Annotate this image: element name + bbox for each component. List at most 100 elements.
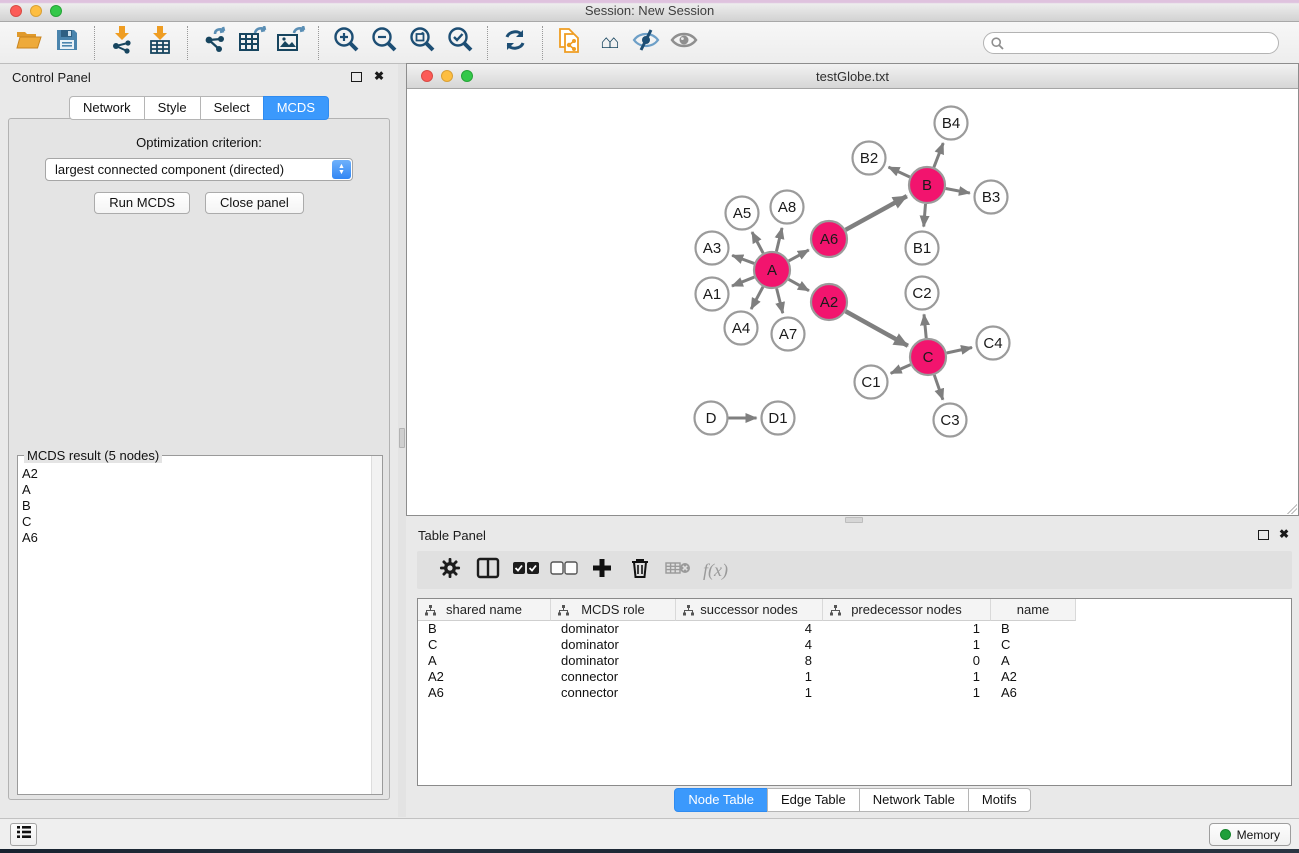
cell-successor-nodes[interactable]: 4	[676, 637, 823, 653]
column-view-button[interactable]	[469, 555, 507, 585]
edge-C-C2[interactable]	[924, 314, 926, 338]
show-details-button[interactable]	[665, 26, 703, 60]
column-header-name[interactable]: name	[991, 599, 1076, 621]
table-row[interactable]: A6connector11A6	[418, 685, 1291, 701]
edge-B-B4[interactable]	[934, 143, 943, 167]
cell-predecessor-nodes[interactable]: 1	[823, 621, 991, 637]
zoom-fit-button[interactable]	[403, 26, 441, 60]
save-session-button[interactable]	[48, 26, 86, 60]
column-header-successor-nodes[interactable]: successor nodes	[676, 599, 823, 621]
edge-C-C1[interactable]	[891, 365, 911, 374]
table-settings-button[interactable]	[431, 555, 469, 585]
cell-predecessor-nodes[interactable]: 1	[823, 637, 991, 653]
delete-table-button[interactable]	[659, 555, 697, 585]
export-image-button[interactable]	[272, 26, 310, 60]
horizontal-divider-grip[interactable]	[845, 517, 863, 523]
cell-MCDS-role[interactable]: dominator	[551, 621, 676, 637]
table-row[interactable]: A2connector11A2	[418, 669, 1291, 685]
cell-MCDS-role[interactable]: connector	[551, 669, 676, 685]
tab-style[interactable]: Style	[144, 96, 201, 120]
zoom-out-button[interactable]	[365, 26, 403, 60]
network-window-titlebar[interactable]: testGlobe.txt	[407, 64, 1298, 89]
edge-A2-C[interactable]	[846, 311, 908, 346]
export-network-button[interactable]	[196, 26, 234, 60]
edge-A-A1[interactable]	[732, 277, 754, 286]
cell-successor-nodes[interactable]: 1	[676, 685, 823, 701]
cell-shared-name[interactable]: A	[418, 653, 551, 669]
edge-A-A5[interactable]	[752, 232, 763, 253]
edge-A-A8[interactable]	[776, 228, 782, 252]
panel-divider[interactable]	[398, 64, 406, 817]
cell-successor-nodes[interactable]: 8	[676, 653, 823, 669]
edge-C-C4[interactable]	[947, 348, 972, 353]
column-header-MCDS-role[interactable]: MCDS role	[551, 599, 676, 621]
add-column-button[interactable]	[583, 555, 621, 585]
cell-shared-name[interactable]: A2	[418, 669, 551, 685]
import-table-button[interactable]	[141, 26, 179, 60]
result-item[interactable]: B	[22, 498, 38, 514]
result-item[interactable]: A6	[22, 530, 38, 546]
cell-name[interactable]: A	[991, 653, 1076, 669]
edge-B-B1[interactable]	[924, 204, 926, 227]
window-titlebar[interactable]: Session: New Session	[0, 0, 1299, 22]
edge-C-C3[interactable]	[934, 375, 943, 400]
cell-name[interactable]: C	[991, 637, 1076, 653]
delete-column-button[interactable]	[621, 555, 659, 585]
tab-motifs[interactable]: Motifs	[968, 788, 1031, 812]
edge-A-A6[interactable]	[789, 250, 809, 261]
edge-A6-B[interactable]	[846, 196, 907, 230]
edge-A-A3[interactable]	[732, 255, 754, 263]
table-row[interactable]: Bdominator41B	[418, 621, 1291, 637]
tab-network-table[interactable]: Network Table	[859, 788, 969, 812]
cell-MCDS-role[interactable]: dominator	[551, 653, 676, 669]
column-header-shared-name[interactable]: shared name	[418, 599, 551, 621]
float-table-panel-icon[interactable]	[1258, 530, 1269, 540]
column-header-predecessor-nodes[interactable]: predecessor nodes	[823, 599, 991, 621]
search-input[interactable]	[983, 32, 1279, 54]
float-panel-icon[interactable]	[351, 72, 362, 82]
function-builder-button[interactable]: f(x)	[703, 560, 728, 581]
clone-network-button[interactable]	[551, 26, 589, 60]
run-mcds-button[interactable]: Run MCDS	[94, 192, 190, 214]
cell-successor-nodes[interactable]: 1	[676, 669, 823, 685]
edge-A-A7[interactable]	[777, 288, 783, 313]
network-canvas[interactable]: B4B2BB3A8A5A6A3B1AC2A1A2A4A7C4CC1C3DD1	[407, 89, 1298, 515]
result-scrollbar[interactable]	[371, 456, 382, 794]
table-row[interactable]: Cdominator41C	[418, 637, 1291, 653]
deselect-all-button[interactable]	[545, 555, 583, 585]
cell-MCDS-role[interactable]: dominator	[551, 637, 676, 653]
first-neighbors-button[interactable]: ⌂⌂	[589, 26, 627, 60]
cell-predecessor-nodes[interactable]: 0	[823, 653, 991, 669]
edge-A-A2[interactable]	[789, 279, 809, 290]
node-table[interactable]: shared nameMCDS rolesuccessor nodesprede…	[417, 598, 1292, 786]
task-history-button[interactable]	[10, 823, 37, 846]
tab-select[interactable]: Select	[200, 96, 264, 120]
cell-successor-nodes[interactable]: 4	[676, 621, 823, 637]
tab-network[interactable]: Network	[69, 96, 145, 120]
cell-name[interactable]: B	[991, 621, 1076, 637]
result-item[interactable]: A2	[22, 466, 38, 482]
cell-MCDS-role[interactable]: connector	[551, 685, 676, 701]
hide-details-button[interactable]	[627, 26, 665, 60]
export-table-button[interactable]	[234, 26, 272, 60]
window-resize-grip[interactable]	[1285, 502, 1297, 514]
memory-button[interactable]: Memory	[1209, 823, 1291, 846]
cell-predecessor-nodes[interactable]: 1	[823, 685, 991, 701]
table-row[interactable]: Adominator80A	[418, 653, 1291, 669]
cell-shared-name[interactable]: A6	[418, 685, 551, 701]
close-panel-button[interactable]: Close panel	[205, 192, 304, 214]
tab-node-table[interactable]: Node Table	[674, 788, 768, 812]
divider-grip[interactable]	[399, 428, 405, 448]
cell-shared-name[interactable]: B	[418, 621, 551, 637]
select-all-button[interactable]	[507, 555, 545, 585]
edge-B-B2[interactable]	[888, 167, 909, 177]
cell-name[interactable]: A6	[991, 685, 1076, 701]
result-item[interactable]: C	[22, 514, 38, 530]
import-network-button[interactable]	[103, 26, 141, 60]
cell-predecessor-nodes[interactable]: 1	[823, 669, 991, 685]
close-panel-icon[interactable]: ✖	[374, 69, 384, 83]
tab-edge-table[interactable]: Edge Table	[767, 788, 860, 812]
zoom-selected-button[interactable]	[441, 26, 479, 60]
tab-mcds[interactable]: MCDS	[263, 96, 329, 120]
open-session-button[interactable]	[10, 26, 48, 60]
